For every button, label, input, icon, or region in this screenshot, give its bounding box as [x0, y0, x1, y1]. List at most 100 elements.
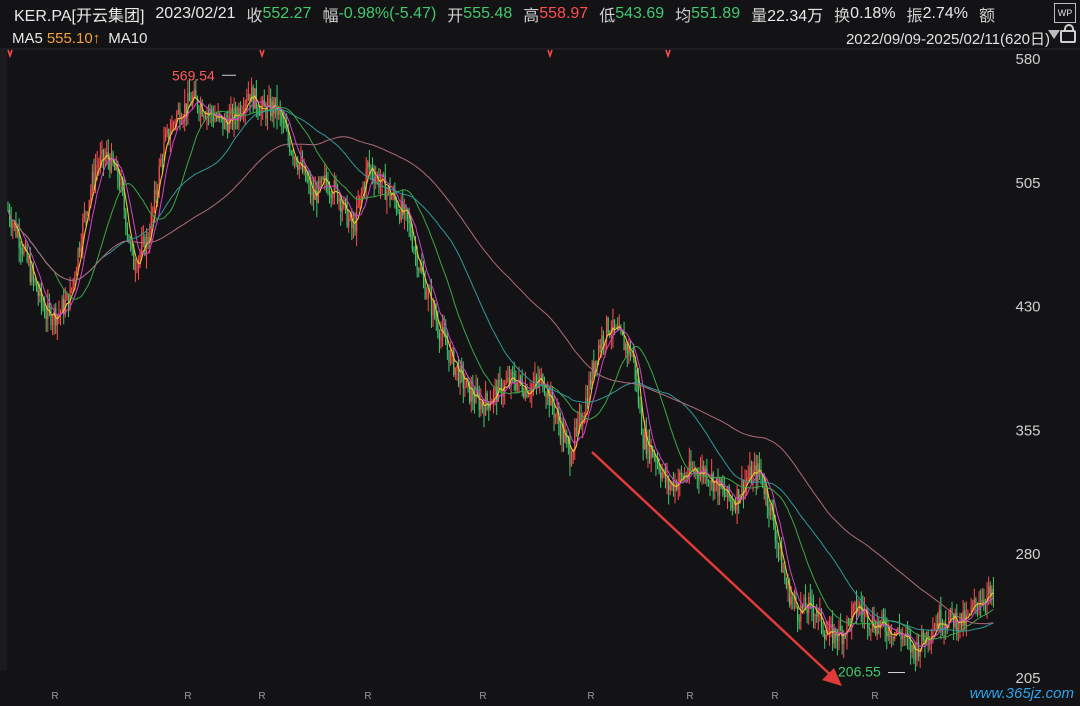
- candle-body: [733, 506, 735, 509]
- candle-body: [734, 506, 737, 511]
- candle-body: [446, 344, 448, 351]
- candle-body: [281, 114, 283, 123]
- top-event-marker: [547, 49, 553, 59]
- candle-body: [177, 109, 179, 114]
- candle-body: [136, 268, 138, 270]
- candle-body: [669, 485, 671, 490]
- candle-body: [666, 477, 668, 483]
- candle-body: [809, 597, 811, 599]
- candle-body: [512, 371, 514, 375]
- candle-body: [362, 185, 364, 193]
- candle-body: [101, 149, 103, 156]
- candle-body: [507, 377, 509, 382]
- turnover-value: 0.18%: [850, 4, 896, 22]
- candle-body: [153, 189, 156, 209]
- top-event-marker: [259, 49, 265, 59]
- candle-body: [626, 343, 628, 354]
- candle-body: [680, 472, 682, 475]
- left-tool-strip[interactable]: [0, 50, 7, 670]
- candle-body: [836, 638, 838, 641]
- ma10-label[interactable]: MA10: [108, 30, 147, 47]
- x-marker-R: R: [479, 691, 486, 702]
- candle-body: [816, 615, 818, 617]
- candle-body: [983, 600, 985, 604]
- candle-body: [212, 114, 214, 122]
- candle-body: [37, 291, 39, 297]
- high-annotation-label: 569.54: [172, 67, 215, 83]
- candle-body: [193, 89, 195, 97]
- candle-body: [23, 248, 25, 255]
- candle-body: [978, 603, 980, 608]
- candle-body: [814, 615, 816, 617]
- candle-body: [615, 327, 617, 329]
- candle-body: [332, 197, 334, 199]
- candle-body: [465, 380, 468, 388]
- avg-value: 551.89: [691, 4, 741, 22]
- price-chart[interactable]: 580505430355280205R R R R R R R R R569.54206.55: [0, 0, 1080, 706]
- candle-body: [464, 387, 466, 389]
- candle-body: [247, 93, 249, 100]
- candle-body: [179, 109, 181, 124]
- candle-body: [399, 212, 401, 221]
- change-value: -0.98%(-5.47): [338, 4, 437, 22]
- candle-body: [449, 350, 452, 363]
- candle-body: [698, 475, 700, 480]
- candle-body: [397, 210, 399, 213]
- candle-body: [648, 435, 651, 460]
- candle-body: [360, 192, 363, 196]
- lock-icon[interactable]: [1060, 24, 1076, 43]
- candle-body: [188, 92, 191, 102]
- ma5-label[interactable]: MA5: [12, 30, 43, 47]
- candle-body: [292, 153, 294, 159]
- close-label: 收: [246, 7, 263, 25]
- candle-body: [750, 466, 753, 483]
- candle-body: [868, 627, 870, 629]
- candle-body: [989, 586, 991, 597]
- candle-body: [569, 444, 571, 466]
- candle-body: [801, 605, 803, 608]
- candle-body: [768, 506, 770, 516]
- candle-body: [523, 392, 525, 397]
- candle-body: [902, 635, 904, 640]
- candle-body: [21, 250, 23, 255]
- candle-body: [438, 333, 441, 341]
- candle-body: [289, 141, 291, 153]
- open-label: 开: [447, 7, 464, 25]
- candle-body: [327, 182, 329, 194]
- candle-body: [806, 610, 808, 614]
- open-value: 555.48: [463, 4, 513, 22]
- candle-body: [599, 345, 601, 349]
- candle-body: [555, 414, 557, 418]
- candle-body: [596, 360, 598, 362]
- wp-icon[interactable]: WP: [1054, 3, 1076, 23]
- candle-body: [67, 293, 70, 310]
- candle-body: [174, 122, 176, 124]
- candle-body: [50, 308, 52, 325]
- chevron-down-icon[interactable]: [1048, 30, 1060, 39]
- candle-body: [352, 223, 355, 229]
- symbol[interactable]: KER.PA[开云集团]: [14, 2, 144, 26]
- candle-body: [852, 604, 854, 611]
- candle-body: [660, 471, 662, 478]
- candle-body: [642, 434, 644, 449]
- candle-body: [911, 644, 913, 653]
- candle-body: [769, 504, 772, 516]
- x-marker-R: R: [184, 691, 191, 702]
- candle-body: [988, 586, 990, 594]
- candle-body: [953, 614, 955, 628]
- candle-body: [824, 633, 826, 640]
- date-range[interactable]: 2022/09/09-2025/02/11(620日): [846, 28, 1050, 49]
- candle-body: [90, 189, 92, 201]
- candle-body: [367, 161, 369, 169]
- candle-body: [195, 89, 197, 98]
- candle-body: [56, 315, 58, 326]
- candle-body: [738, 489, 740, 503]
- quote-header: KER.PA[开云集团] 2023/02/21 收 552.27 幅 -0.98%(…: [0, 0, 1080, 27]
- candle-body: [31, 268, 33, 282]
- candle-body: [672, 481, 675, 492]
- candle-body: [575, 427, 577, 429]
- candle-body: [543, 389, 546, 395]
- candle-body: [155, 189, 157, 195]
- candle-body: [854, 601, 856, 605]
- candle-body: [454, 367, 456, 375]
